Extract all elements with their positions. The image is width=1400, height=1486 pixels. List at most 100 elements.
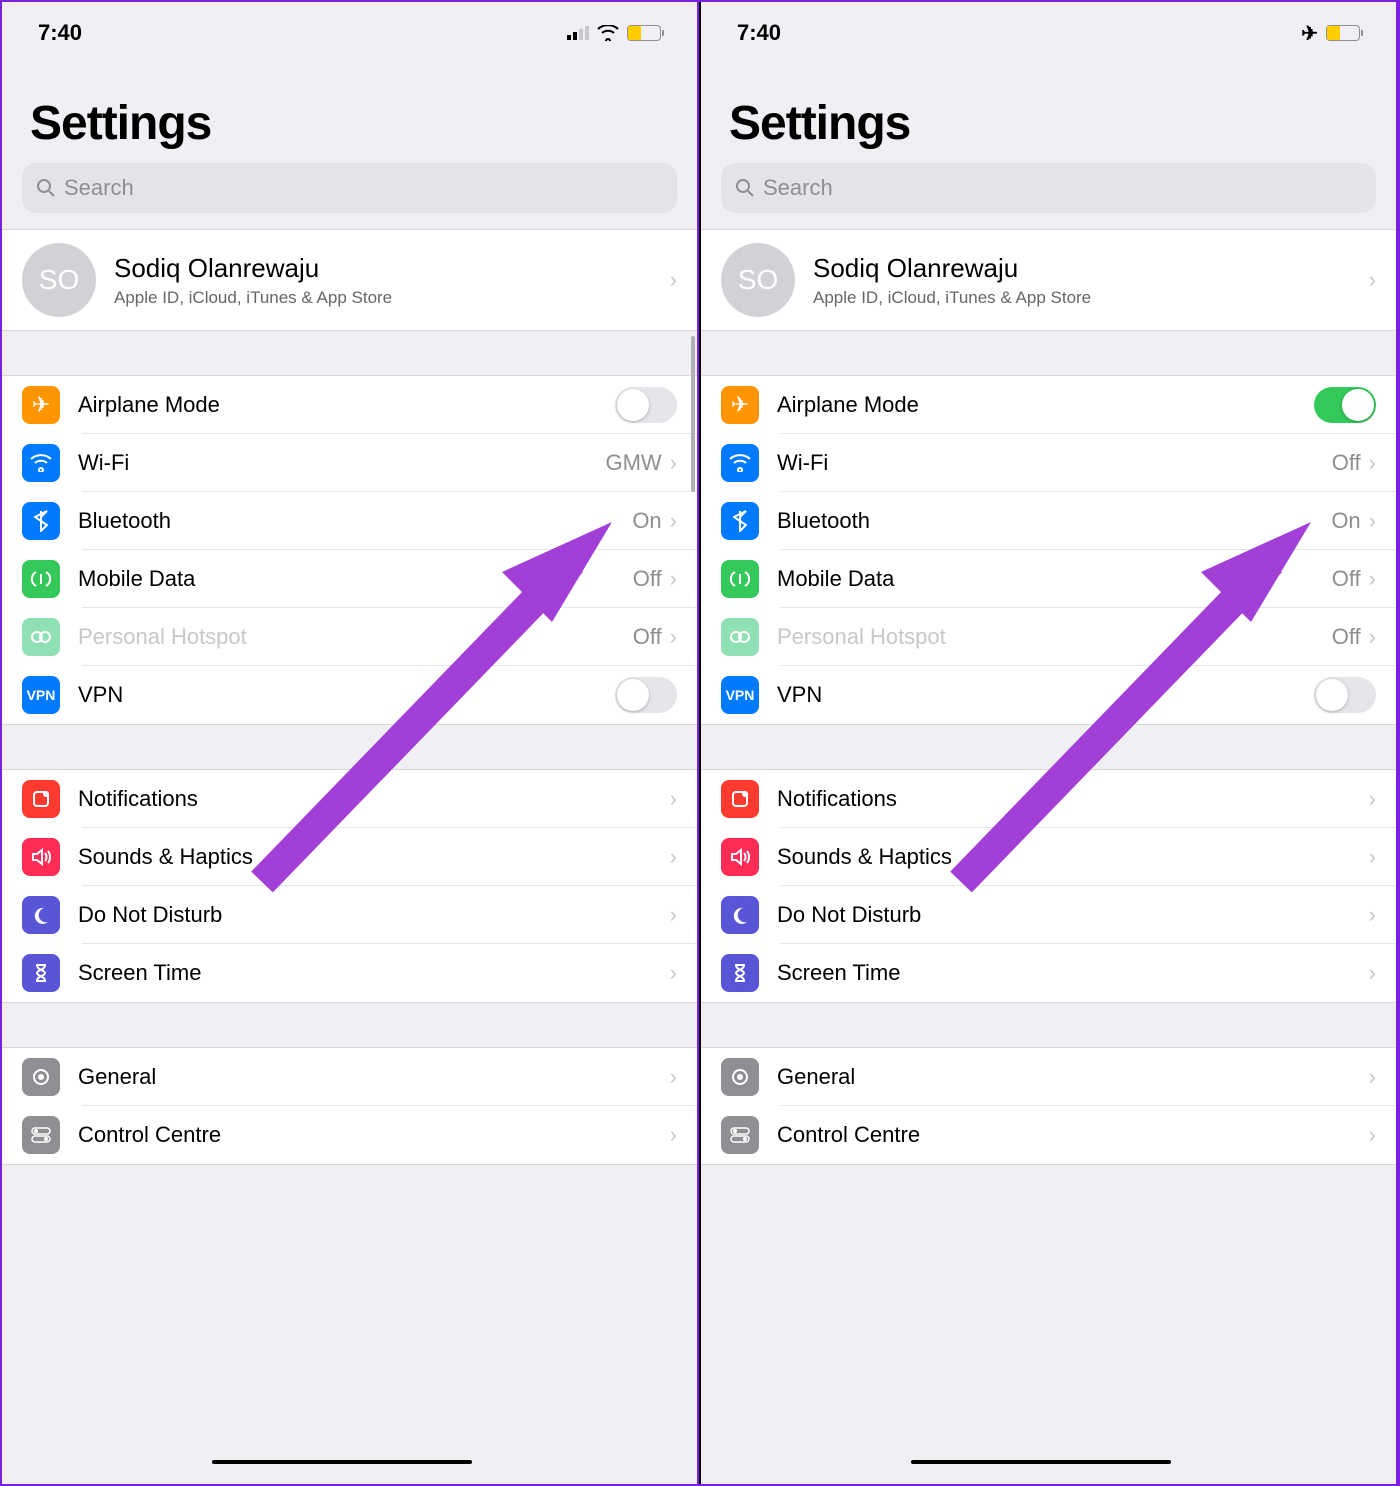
avatar: SO: [721, 243, 795, 317]
control-label: Control Centre: [78, 1122, 662, 1148]
chevron-icon: ›: [670, 267, 677, 293]
chevron-icon: ›: [670, 450, 677, 476]
mobile-value: Off: [1332, 566, 1361, 592]
page-title: Settings: [2, 56, 697, 163]
general-row[interactable]: General ›: [701, 1048, 1396, 1106]
hotspot-icon: [22, 618, 60, 656]
chevron-icon: ›: [670, 624, 677, 650]
mobile-row[interactable]: Mobile Data Off ›: [701, 550, 1396, 608]
bluetooth-value: On: [1331, 508, 1360, 534]
profile-row[interactable]: SO Sodiq Olanrewaju Apple ID, iCloud, iT…: [701, 230, 1396, 330]
screentime-row[interactable]: Screen Time ›: [701, 944, 1396, 1002]
wifi-row[interactable]: Wi-Fi Off ›: [701, 434, 1396, 492]
notifications-label: Notifications: [777, 786, 1361, 812]
hotspot-label: Personal Hotspot: [777, 624, 1332, 650]
mobile-row[interactable]: Mobile Data Off ›: [2, 550, 697, 608]
chevron-icon: ›: [1369, 624, 1376, 650]
airplane-status-icon: ✈: [1301, 21, 1318, 46]
control-row[interactable]: Control Centre ›: [701, 1106, 1396, 1164]
bluetooth-label: Bluetooth: [777, 508, 1331, 534]
wifi-value: Off: [1332, 450, 1361, 476]
battery-icon: [1326, 25, 1360, 41]
antenna-icon: [22, 560, 60, 598]
search-icon: [735, 178, 755, 198]
chevron-icon: ›: [670, 1064, 677, 1090]
airplane-toggle[interactable]: [615, 387, 677, 423]
profile-sub: Apple ID, iCloud, iTunes & App Store: [813, 288, 1361, 308]
general-row[interactable]: General ›: [2, 1048, 697, 1106]
chevron-icon: ›: [670, 1122, 677, 1148]
chevron-icon: ›: [1369, 1122, 1376, 1148]
chevron-icon: ›: [1369, 844, 1376, 870]
hotspot-icon: [721, 618, 759, 656]
chevron-icon: ›: [1369, 960, 1376, 986]
status-time: 7:40: [38, 20, 82, 46]
airplane-row[interactable]: ✈ Airplane Mode: [2, 376, 697, 434]
chevron-icon: ›: [1369, 450, 1376, 476]
notifications-icon: [721, 780, 759, 818]
vpn-icon: VPN: [22, 676, 60, 714]
bluetooth-row[interactable]: Bluetooth On ›: [701, 492, 1396, 550]
bluetooth-label: Bluetooth: [78, 508, 632, 534]
airplane-toggle[interactable]: [1314, 387, 1376, 423]
chevron-icon: ›: [670, 844, 677, 870]
airplane-label: Airplane Mode: [78, 392, 615, 418]
status-right: [567, 25, 661, 41]
search-input[interactable]: Search: [721, 163, 1376, 213]
status-time: 7:40: [737, 20, 781, 46]
vpn-toggle[interactable]: [1314, 677, 1376, 713]
status-bar: 7:40 ✈: [701, 2, 1396, 56]
general-label: General: [78, 1064, 662, 1090]
sounds-row[interactable]: Sounds & Haptics ›: [701, 828, 1396, 886]
control-label: Control Centre: [777, 1122, 1361, 1148]
hotspot-row[interactable]: Personal Hotspot Off ›: [2, 608, 697, 666]
hotspot-row[interactable]: Personal Hotspot Off ›: [701, 608, 1396, 666]
notifications-row[interactable]: Notifications ›: [701, 770, 1396, 828]
mobile-label: Mobile Data: [78, 566, 633, 592]
hourglass-icon: [721, 954, 759, 992]
notifications-row[interactable]: Notifications ›: [2, 770, 697, 828]
dnd-row[interactable]: Do Not Disturb ›: [2, 886, 697, 944]
vpn-row[interactable]: VPN VPN: [2, 666, 697, 724]
avatar: SO: [22, 243, 96, 317]
screentime-label: Screen Time: [78, 960, 662, 986]
phone-left: 7:40 Settings Search SO Sodiq Olanrewaju…: [2, 2, 699, 1484]
vpn-toggle[interactable]: [615, 677, 677, 713]
vpn-row[interactable]: VPN VPN: [701, 666, 1396, 724]
status-right: ✈: [1301, 21, 1360, 46]
chevron-icon: ›: [1369, 786, 1376, 812]
wifi-label: Wi-Fi: [78, 450, 605, 476]
sounds-label: Sounds & Haptics: [78, 844, 662, 870]
chevron-icon: ›: [670, 902, 677, 928]
chevron-icon: ›: [1369, 1064, 1376, 1090]
screentime-row[interactable]: Screen Time ›: [2, 944, 697, 1002]
status-bar: 7:40: [2, 2, 697, 56]
chevron-icon: ›: [670, 786, 677, 812]
general-label: General: [777, 1064, 1361, 1090]
dnd-row[interactable]: Do Not Disturb ›: [701, 886, 1396, 944]
sounds-label: Sounds & Haptics: [777, 844, 1361, 870]
profile-row[interactable]: SO Sodiq Olanrewaju Apple ID, iCloud, iT…: [2, 230, 697, 330]
airplane-label: Airplane Mode: [777, 392, 1314, 418]
profile-sub: Apple ID, iCloud, iTunes & App Store: [114, 288, 662, 308]
airplane-row[interactable]: ✈ Airplane Mode: [701, 376, 1396, 434]
chevron-icon: ›: [670, 960, 677, 986]
wifi-label: Wi-Fi: [777, 450, 1332, 476]
chevron-icon: ›: [1369, 902, 1376, 928]
sounds-row[interactable]: Sounds & Haptics ›: [2, 828, 697, 886]
wifi-row[interactable]: Wi-Fi GMW ›: [2, 434, 697, 492]
wifi-row-icon: [22, 444, 60, 482]
moon-icon: [22, 896, 60, 934]
bluetooth-icon: [22, 502, 60, 540]
chevron-icon: ›: [1369, 508, 1376, 534]
hotspot-value: Off: [1332, 624, 1361, 650]
control-row[interactable]: Control Centre ›: [2, 1106, 697, 1164]
scrollbar[interactable]: [691, 336, 695, 492]
chevron-icon: ›: [670, 508, 677, 534]
profile-name: Sodiq Olanrewaju: [813, 253, 1361, 284]
bluetooth-row[interactable]: Bluetooth On ›: [2, 492, 697, 550]
page-title: Settings: [701, 56, 1396, 163]
toggles-icon: [22, 1116, 60, 1154]
search-placeholder: Search: [64, 175, 134, 201]
search-input[interactable]: Search: [22, 163, 677, 213]
